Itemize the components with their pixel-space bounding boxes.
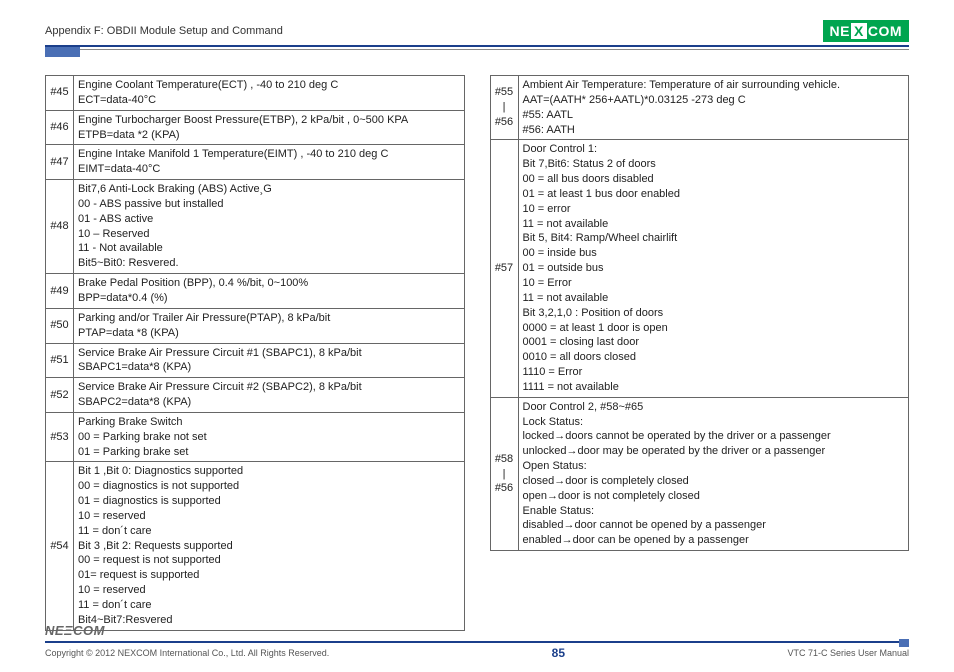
row-description: Engine Intake Manifold 1 Temperature(EIM… (74, 145, 465, 180)
table-row: #57Door Control 1: Bit 7,Bit6: Status 2 … (490, 140, 909, 397)
copyright-text: Copyright © 2012 NEXCOM International Co… (45, 648, 329, 658)
row-id: #54 (46, 462, 74, 630)
page-number: 85 (552, 646, 565, 660)
row-description: Engine Turbocharger Boost Pressure(ETBP)… (74, 110, 465, 145)
nexcom-logo: NEXCOM (823, 20, 909, 42)
row-id: #58 | #56 (490, 397, 518, 550)
logo-part-x: X (851, 23, 867, 39)
table-row: #58 | #56Door Control 2, #58~#65 Lock St… (490, 397, 909, 550)
table-row: #46Engine Turbocharger Boost Pressure(ET… (46, 110, 465, 145)
row-id: #50 (46, 308, 74, 343)
row-id: #55 | #56 (490, 76, 518, 140)
row-description: Engine Coolant Temperature(ECT) , -40 to… (74, 76, 465, 111)
page-header: Appendix F: OBDII Module Setup and Comma… (45, 20, 909, 42)
table-row: #55 | #56Ambient Air Temperature: Temper… (490, 76, 909, 140)
header-rule (45, 45, 909, 47)
table-row: #53Parking Brake Switch 00 = Parking bra… (46, 412, 465, 462)
footer-rule (45, 641, 909, 643)
row-description: Parking and/or Trailer Air Pressure(PTAP… (74, 308, 465, 343)
row-description: Bit 1 ,Bit 0: Diagnostics supported 00 =… (74, 462, 465, 630)
logo-part-com: COM (868, 23, 902, 39)
table-row: #49Brake Pedal Position (BPP), 0.4 %/bit… (46, 274, 465, 309)
footer-logo: NE‍ΞCOM (45, 623, 105, 638)
row-id: #57 (490, 140, 518, 397)
table-row: #50Parking and/or Trailer Air Pressure(P… (46, 308, 465, 343)
row-description: Parking Brake Switch 00 = Parking brake … (74, 412, 465, 462)
manual-name: VTC 71-C Series User Manual (787, 648, 909, 658)
table-row: #51Service Brake Air Pressure Circuit #1… (46, 343, 465, 378)
logo-part-ne: NE (830, 23, 850, 39)
row-description: Brake Pedal Position (BPP), 0.4 %/bit, 0… (74, 274, 465, 309)
table-row: #47Engine Intake Manifold 1 Temperature(… (46, 145, 465, 180)
table-row: #52Service Brake Air Pressure Circuit #2… (46, 378, 465, 413)
table-row: #45Engine Coolant Temperature(ECT) , -40… (46, 76, 465, 111)
row-id: #48 (46, 180, 74, 274)
page-footer: NE‍ΞCOM Copyright © 2012 NEXCOM Internat… (45, 623, 909, 660)
row-id: #47 (46, 145, 74, 180)
row-description: Ambient Air Temperature: Temperature of … (518, 76, 909, 140)
table-row: #54Bit 1 ,Bit 0: Diagnostics supported 0… (46, 462, 465, 630)
row-id: #45 (46, 76, 74, 111)
row-id: #52 (46, 378, 74, 413)
table-row: #48Bit7,6 Anti-Lock Braking (ABS) Active… (46, 180, 465, 274)
row-id: #53 (46, 412, 74, 462)
content-columns: #45Engine Coolant Temperature(ECT) , -40… (45, 75, 909, 631)
row-description: Bit7,6 Anti-Lock Braking (ABS) Active¸G … (74, 180, 465, 274)
right-column: #55 | #56Ambient Air Temperature: Temper… (490, 75, 910, 631)
row-description: Door Control 1: Bit 7,Bit6: Status 2 of … (518, 140, 909, 397)
row-id: #51 (46, 343, 74, 378)
row-id: #46 (46, 110, 74, 145)
right-table: #55 | #56Ambient Air Temperature: Temper… (490, 75, 910, 551)
left-column: #45Engine Coolant Temperature(ECT) , -40… (45, 75, 465, 631)
row-description: Service Brake Air Pressure Circuit #2 (S… (74, 378, 465, 413)
row-description: Door Control 2, #58~#65 Lock Status: loc… (518, 397, 909, 550)
row-id: #49 (46, 274, 74, 309)
left-table: #45Engine Coolant Temperature(ECT) , -40… (45, 75, 465, 631)
row-description: Service Brake Air Pressure Circuit #1 (S… (74, 343, 465, 378)
header-subrule (45, 49, 909, 50)
appendix-title: Appendix F: OBDII Module Setup and Comma… (45, 25, 283, 37)
